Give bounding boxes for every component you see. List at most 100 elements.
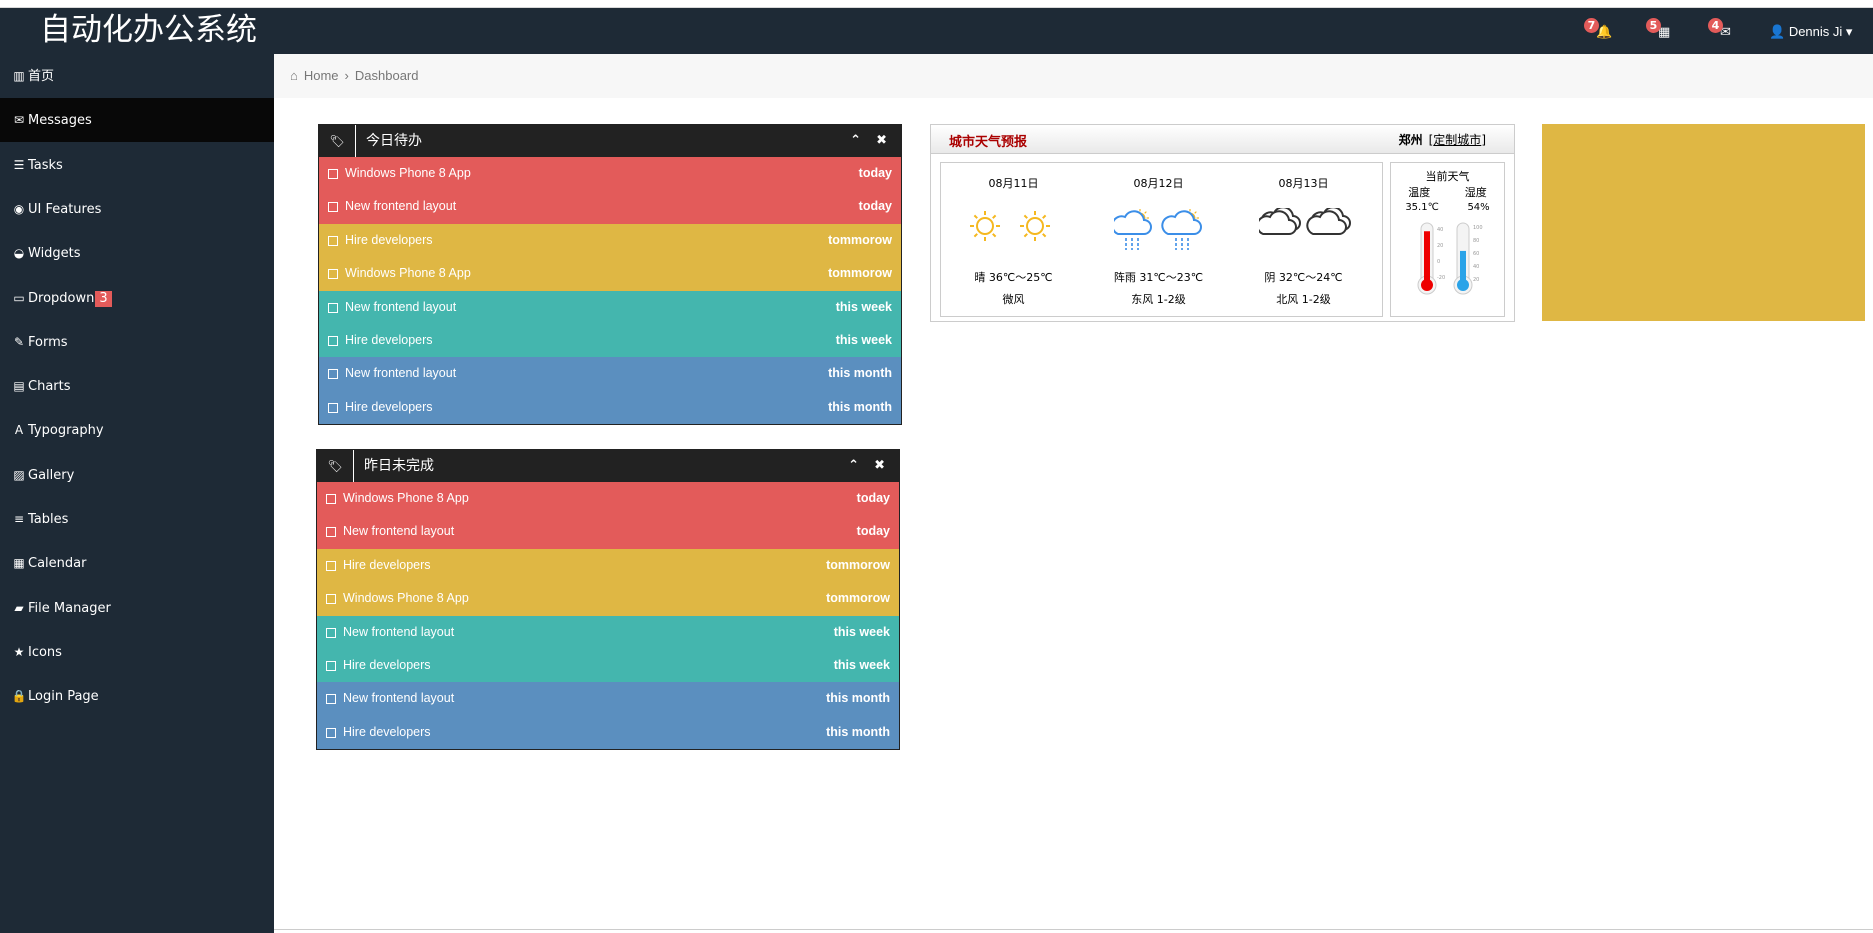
- edit-icon: ✎: [13, 334, 25, 349]
- table-icon: ≡: [13, 512, 25, 526]
- sidebar-item-charts[interactable]: ▤ Charts: [0, 364, 274, 408]
- weather-title: 城市天气预报: [949, 135, 1028, 150]
- forecast-temp: 阴 32℃～24℃: [1264, 271, 1343, 284]
- sidebar-item-label: Login Page: [28, 689, 99, 705]
- folder-icon: ▭: [13, 290, 25, 305]
- humidity-label: 湿度: [1464, 186, 1487, 199]
- collapse-icon[interactable]: ⌃: [848, 450, 859, 482]
- forecast-wind: 微风: [1002, 293, 1025, 306]
- sidebar-item-ui-features[interactable]: ◉ UI Features: [0, 187, 274, 231]
- divider: [274, 929, 1873, 930]
- sidebar-item-icons[interactable]: ★ Icons: [0, 630, 274, 674]
- sidebar-item-gallery[interactable]: ▨ Gallery: [0, 453, 274, 497]
- close-icon[interactable]: ✖: [876, 125, 887, 157]
- todo-text: Hire developers: [343, 657, 431, 672]
- todo-text: Hire developers: [345, 332, 433, 347]
- sidebar-item-label: UI Features: [28, 201, 102, 217]
- panel-title: 昨日未完成: [364, 458, 434, 474]
- eye-icon: ◉: [13, 201, 25, 216]
- todo-checkbox[interactable]: [326, 494, 336, 504]
- todo-due: today: [858, 199, 892, 214]
- todo-item: New frontend layout this week: [317, 615, 899, 649]
- customize-city-link[interactable]: 定制城市: [1433, 133, 1481, 147]
- todo-checkbox[interactable]: [326, 727, 336, 738]
- todo-checkbox[interactable]: [326, 660, 336, 671]
- todo-item: Hire developers tommorow: [317, 548, 899, 583]
- caret-down-icon: ▾: [1845, 24, 1853, 39]
- sidebar-item-label: Calendar: [28, 556, 87, 572]
- sidebar-item-tasks[interactable]: ☰ Tasks: [0, 143, 274, 187]
- todo-due: tommorow: [828, 232, 892, 247]
- forecast-temp: 阵雨 31℃～23℃: [1113, 271, 1204, 284]
- panel-title: 今日待办: [366, 133, 422, 149]
- notification-count-badge: 4: [1708, 18, 1723, 33]
- todo-due: today: [858, 166, 892, 180]
- sidebar-item-label: 首页: [28, 69, 55, 84]
- todo-due: today: [856, 524, 890, 539]
- forecast-day: 08月12日 阵雨 31℃～23℃ 东风 1-2级: [1086, 163, 1231, 316]
- breadcrumb-home[interactable]: Home: [304, 68, 339, 83]
- tasks-icon: ☰: [13, 157, 25, 172]
- close-icon[interactable]: ✖: [874, 450, 885, 482]
- sidebar-item-首页[interactable]: ▥ 首页: [0, 54, 274, 98]
- sidebar-item-tables[interactable]: ≡ Tables: [0, 497, 274, 541]
- forecast-temp: 晴 36℃～25℃: [974, 271, 1053, 284]
- todo-checkbox[interactable]: [328, 235, 338, 246]
- calendar-icon: ▦: [13, 556, 25, 571]
- todo-text: Hire developers: [343, 557, 431, 572]
- sidebar-item-calendar[interactable]: ▦ Calendar: [0, 541, 274, 585]
- todo-checkbox[interactable]: [328, 335, 338, 346]
- todo-item: Windows Phone 8 App tommorow: [319, 257, 901, 291]
- user-menu[interactable]: 👤 Dennis Ji ▾: [1769, 24, 1852, 40]
- current-weather-label: 当前天气: [1425, 170, 1470, 183]
- sidebar-item-widgets[interactable]: ◒ Widgets: [0, 231, 274, 275]
- top-navbar: 自动化办公系统 🔔 7 ▦ 5 ✉ 4 👤 Dennis Ji ▾: [0, 8, 1873, 54]
- todo-checkbox[interactable]: [328, 202, 338, 213]
- todo-item: New frontend layout today: [317, 515, 899, 549]
- humidity-scale-tick: 100: [1473, 225, 1483, 231]
- temp-scale-tick: 40: [1437, 227, 1443, 233]
- folder-open-icon: ▰: [14, 600, 24, 615]
- todo-checkbox[interactable]: [326, 560, 336, 571]
- todo-checkbox[interactable]: [328, 302, 338, 313]
- todo-checkbox[interactable]: [328, 369, 338, 380]
- todo-item: Windows Phone 8 App tommorow: [317, 582, 899, 616]
- temp-scale-tick: -20: [1437, 275, 1445, 281]
- collapse-icon[interactable]: ⌃: [850, 125, 861, 157]
- todo-checkbox[interactable]: [326, 627, 336, 638]
- calendar-notification-button[interactable]: ▦ 5: [1646, 18, 1676, 48]
- temp-scale-tick: 0: [1437, 259, 1440, 265]
- todo-checkbox[interactable]: [328, 402, 338, 413]
- sidebar-item-login-page[interactable]: 🔒 Login Page: [0, 674, 274, 718]
- todo-checkbox[interactable]: [328, 269, 338, 280]
- todo-due: this month: [826, 724, 890, 739]
- todo-checkbox[interactable]: [326, 527, 336, 538]
- todo-text: Windows Phone 8 App: [343, 591, 469, 606]
- sidebar-item-forms[interactable]: ✎ Forms: [0, 320, 274, 364]
- sidebar-item-label: Forms: [28, 334, 68, 350]
- todo-due: this week: [833, 624, 890, 639]
- star-icon: ★: [13, 644, 25, 659]
- envelope-notification-button[interactable]: ✉ 4: [1708, 18, 1738, 48]
- cloud-icon: [1259, 208, 1351, 235]
- todo-due: this month: [826, 691, 890, 706]
- humidity-scale-tick: 40: [1473, 264, 1479, 270]
- todo-text: New frontend layout: [345, 366, 457, 381]
- user-icon: 👤: [1769, 24, 1786, 39]
- sidebar-item-label: Widgets: [28, 246, 81, 262]
- todo-due: this month: [828, 399, 892, 414]
- temp-label: 温度: [1408, 186, 1431, 199]
- todo-checkbox[interactable]: [328, 169, 338, 179]
- todo-checkbox[interactable]: [326, 694, 336, 705]
- lock-icon: 🔒: [11, 689, 27, 704]
- sidebar-item-messages[interactable]: ✉ Messages: [0, 98, 274, 143]
- sidebar-item-typography[interactable]: A Typography: [0, 408, 274, 452]
- sidebar-item-file-manager[interactable]: ▰ File Manager: [0, 586, 274, 630]
- bell-notification-button[interactable]: 🔔 7: [1584, 18, 1614, 48]
- top-strip: [0, 0, 1873, 8]
- sidebar-item-label: Typography: [28, 423, 104, 439]
- todo-text: Windows Phone 8 App: [343, 491, 469, 505]
- todo-item: Hire developers this week: [319, 323, 901, 358]
- sidebar-item-dropdown[interactable]: ▭ Dropdown 3: [0, 276, 274, 320]
- todo-checkbox[interactable]: [326, 594, 336, 605]
